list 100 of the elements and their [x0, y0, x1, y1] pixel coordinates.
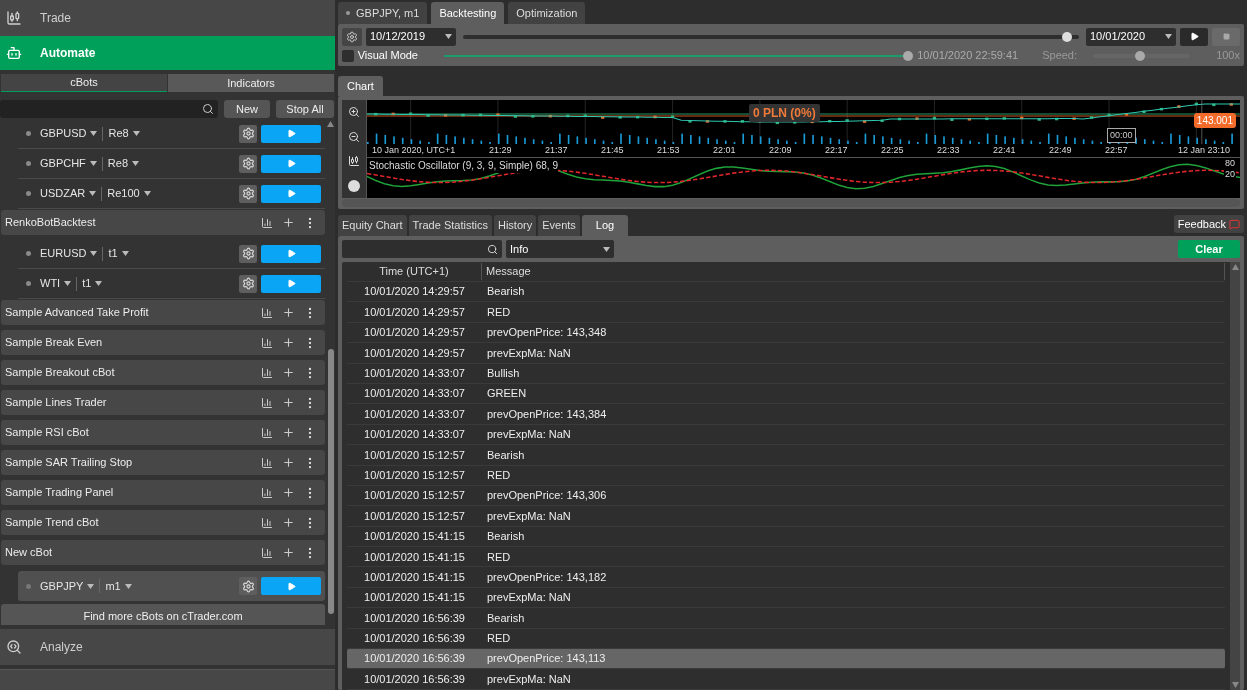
result-tab[interactable]: Log [581, 215, 629, 236]
add-icon[interactable] [282, 396, 295, 409]
start-date-dropdown[interactable]: 10/12/2019 [366, 27, 456, 46]
panel-tab[interactable]: Indicators [168, 74, 334, 92]
result-tab[interactable]: History [493, 215, 537, 236]
log-row[interactable]: 10/01/2020 14:29:57 prevExpMa: NaN [347, 343, 1225, 364]
bot-row[interactable]: Sample RSI cBot [1, 420, 325, 445]
candlestick-icon[interactable] [348, 155, 360, 168]
chart-scrollbar[interactable] [342, 199, 1240, 207]
zoom-in-icon[interactable] [348, 106, 360, 119]
nav-item[interactable]: Analyze [0, 629, 335, 665]
symbol-selector[interactable]: EURUSD [40, 245, 87, 262]
log-row[interactable]: 10/01/2020 14:33:07 prevOpenPrice: 143,384 [347, 404, 1225, 425]
toolbar-button[interactable]: New [224, 100, 270, 118]
log-row[interactable]: 10/01/2020 15:41:15 prevOpenPrice: 143,182 [347, 567, 1225, 588]
backtest-icon[interactable] [261, 486, 273, 499]
log-row[interactable]: 10/01/2020 15:41:15 RED [347, 547, 1225, 568]
instance-row[interactable]: GBPJPY m1 [18, 571, 325, 601]
settings-button[interactable] [342, 27, 362, 46]
symbol-selector[interactable]: WTI [40, 275, 61, 292]
symbol-selector[interactable]: GBPCHF [40, 155, 86, 172]
log-row[interactable]: 10/01/2020 15:41:15 Bearish [347, 526, 1225, 548]
bot-row[interactable]: Sample SAR Trailing Stop [1, 450, 325, 475]
log-row[interactable]: 10/01/2020 15:12:57 prevExpMa: NaN [347, 506, 1225, 527]
play-button[interactable] [261, 274, 321, 293]
bot-row[interactable]: Sample Trading Panel [1, 480, 325, 505]
log-row[interactable]: 10/01/2020 15:12:57 prevOpenPrice: 143,306 [347, 485, 1225, 507]
backtest-icon[interactable] [261, 366, 273, 379]
column-header[interactable]: Time (UTC+1) [347, 263, 482, 280]
feedback-button[interactable]: Feedback [1173, 215, 1244, 233]
add-icon[interactable] [282, 546, 295, 559]
timeframe-selector[interactable]: Re8 [107, 155, 129, 172]
log-scrollbar[interactable] [1230, 262, 1240, 690]
bot-row[interactable]: Sample Break Even [1, 330, 325, 355]
zoom-out-icon[interactable] [348, 130, 360, 143]
slider-thumb[interactable] [1134, 50, 1145, 61]
symbol-selector[interactable]: USDZAR [40, 185, 86, 202]
play-button[interactable] [261, 244, 321, 263]
play-button[interactable] [261, 154, 321, 173]
log-row[interactable]: 10/01/2020 14:33:07 Bullish [347, 363, 1225, 384]
log-row[interactable]: 10/01/2020 14:33:07 GREEN [347, 383, 1225, 405]
document-tab[interactable]: Optimization [508, 2, 586, 24]
settings-button[interactable] [239, 124, 257, 143]
play-button[interactable] [261, 124, 321, 143]
find-more-button[interactable]: Find more cBots on cTrader.com [1, 604, 325, 625]
bot-row[interactable]: Sample Breakout cBot [1, 360, 325, 385]
settings-button[interactable] [239, 154, 257, 173]
timeframe-selector[interactable]: Re8 [108, 125, 129, 142]
toolbar-button[interactable]: Stop All [276, 100, 334, 118]
log-row[interactable]: 10/01/2020 14:29:57 Bearish [347, 282, 1225, 303]
result-tab[interactable]: Events [538, 215, 580, 236]
document-tab[interactable]: GBPJPY, m1 [338, 2, 428, 24]
add-icon[interactable] [282, 426, 295, 439]
symbol-selector[interactable]: GBPJPY [40, 577, 84, 595]
backtest-icon[interactable] [261, 516, 273, 529]
log-row[interactable]: 10/01/2020 16:56:39 prevExpMa: NaN [347, 669, 1225, 690]
slider-thumb[interactable] [903, 50, 914, 61]
document-tab[interactable]: Backtesting [431, 2, 505, 24]
date-range-slider[interactable] [463, 31, 1079, 42]
result-tab[interactable]: Equity Chart [338, 215, 407, 236]
column-header[interactable]: Message [482, 263, 1225, 280]
log-row[interactable]: 10/01/2020 15:41:15 prevExpMa: NaN [347, 587, 1225, 609]
log-row[interactable]: 10/01/2020 14:29:57 prevOpenPrice: 143,348 [347, 322, 1225, 344]
backtest-icon[interactable] [261, 306, 273, 319]
add-icon[interactable] [282, 516, 295, 529]
timeframe-selector[interactable]: m1 [105, 577, 121, 595]
play-button[interactable] [261, 184, 321, 203]
backtest-icon[interactable] [261, 396, 273, 409]
chart-tab[interactable]: Chart [338, 76, 383, 96]
instance-row[interactable]: EURUSD t1 [18, 239, 325, 269]
speed-slider[interactable] [1093, 50, 1191, 61]
bot-row[interactable]: Sample Lines Trader [1, 390, 325, 415]
scroll-down-icon[interactable] [1231, 682, 1239, 688]
bot-row[interactable]: New cBot [1, 540, 325, 565]
instance-row[interactable]: GBPUSD Re8 [18, 119, 325, 149]
settings-button[interactable] [239, 274, 257, 293]
log-row[interactable]: 10/01/2020 15:12:57 RED [347, 465, 1225, 486]
log-row[interactable]: 10/01/2020 14:33:07 prevExpMa: NaN [347, 424, 1225, 446]
panel-tab[interactable]: cBots [1, 74, 167, 92]
bot-row[interactable]: Sample Advanced Take Profit [1, 300, 325, 325]
instance-row[interactable]: USDZAR Re100 [18, 179, 325, 209]
visual-mode-checkbox[interactable] [342, 49, 354, 62]
bot-row[interactable]: RenkoBotBacktest [1, 210, 325, 235]
timeframe-selector[interactable]: t1 [82, 275, 92, 292]
settings-button[interactable] [239, 184, 257, 203]
instance-row[interactable]: GBPCHF Re8 [18, 149, 325, 179]
log-row[interactable]: 10/01/2020 16:56:39 prevOpenPrice: 143,113 [347, 649, 1225, 670]
result-tab[interactable]: Trade Statistics [408, 215, 492, 236]
backtest-icon[interactable] [261, 546, 273, 559]
log-search-field[interactable] [342, 240, 502, 258]
add-icon[interactable] [282, 456, 295, 469]
log-row[interactable]: 10/01/2020 14:29:57 RED [347, 302, 1225, 323]
backtest-icon[interactable] [261, 426, 273, 439]
log-row[interactable]: 10/01/2020 15:12:57 Bearish [347, 445, 1225, 466]
log-level-dropdown[interactable]: Info [506, 240, 614, 258]
scroll-up-icon[interactable] [327, 121, 334, 127]
timeframe-selector[interactable]: Re100 [107, 185, 140, 202]
log-row[interactable]: 10/01/2020 16:56:39 Bearish [347, 608, 1225, 629]
backtest-icon[interactable] [261, 336, 273, 349]
instance-row[interactable]: WTI t1 [18, 269, 325, 299]
